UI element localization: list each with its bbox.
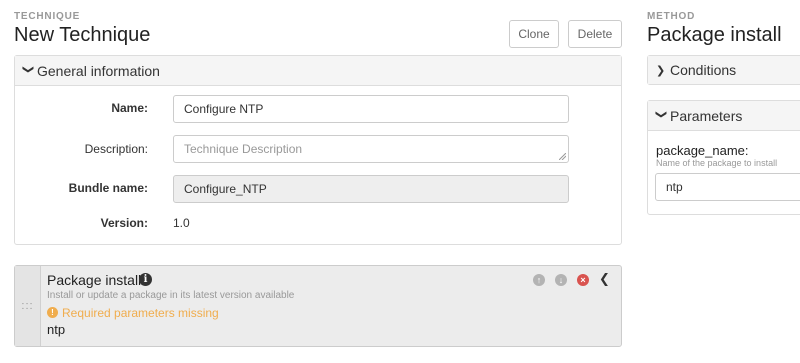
bundle-label: Bundle name: — [68, 181, 148, 195]
param-value-field[interactable]: ntp — [655, 173, 800, 201]
drag-handle[interactable]: ::: — [15, 266, 41, 346]
parameters-title: Parameters — [670, 107, 743, 124]
bundle-value: Configure_NTP — [184, 182, 267, 196]
chevron-left-icon[interactable]: ❮ — [599, 271, 610, 287]
page-title: New Technique — [14, 24, 151, 46]
method-block-description: Install or update a package in its lates… — [47, 290, 295, 301]
method-block-value: ntp — [47, 322, 66, 337]
version-label: Version: — [100, 216, 148, 230]
param-name-label: package_name: — [656, 143, 749, 158]
clone-button[interactable]: Clone — [509, 20, 559, 48]
description-field[interactable]: Technique Description — [173, 135, 569, 163]
general-info-header[interactable]: ❯ General information — [15, 56, 621, 86]
method-block-title: Package install — [47, 272, 142, 288]
resize-handle-icon[interactable] — [559, 153, 566, 160]
param-value: ntp — [666, 180, 683, 194]
chevron-down-icon: ❯ — [655, 109, 668, 120]
arrow-up-circle-icon[interactable]: ↑ — [533, 274, 545, 286]
drag-handle-glyph: ::: — [21, 300, 34, 312]
exclamation-circle-icon: ! — [47, 307, 58, 318]
method-panel-title: Package install — [647, 24, 782, 46]
general-info-title: General information — [37, 62, 160, 79]
name-value: Configure NTP — [184, 102, 264, 116]
conditions-title: Conditions — [670, 62, 737, 78]
warning-message: Required parameters missing — [62, 306, 219, 320]
remove-circle-icon[interactable]: × — [577, 274, 589, 286]
conditions-header[interactable]: ❯ Conditions — [648, 56, 800, 84]
parameters-header[interactable]: ❯ Parameters — [648, 101, 800, 131]
technique-eyebrow: TECHNIQUE — [14, 11, 81, 22]
info-circle-icon[interactable]: i — [139, 273, 152, 286]
conditions-panel: ❯ Conditions — [647, 55, 800, 85]
param-help-text: Name of the package to install — [656, 158, 778, 168]
arrow-down-circle-icon[interactable]: ↓ — [555, 274, 567, 286]
chevron-right-icon: ❯ — [656, 64, 666, 77]
description-placeholder: Technique Description — [184, 142, 303, 156]
description-label: Description: — [84, 142, 148, 156]
version-value: 1.0 — [173, 216, 190, 230]
chevron-down-icon: ❯ — [22, 64, 35, 75]
method-eyebrow: METHOD — [647, 11, 696, 22]
name-label: Name: — [111, 101, 148, 115]
name-field[interactable]: Configure NTP — [173, 95, 569, 123]
delete-button[interactable]: Delete — [568, 20, 622, 48]
bundle-field: Configure_NTP — [173, 175, 569, 203]
